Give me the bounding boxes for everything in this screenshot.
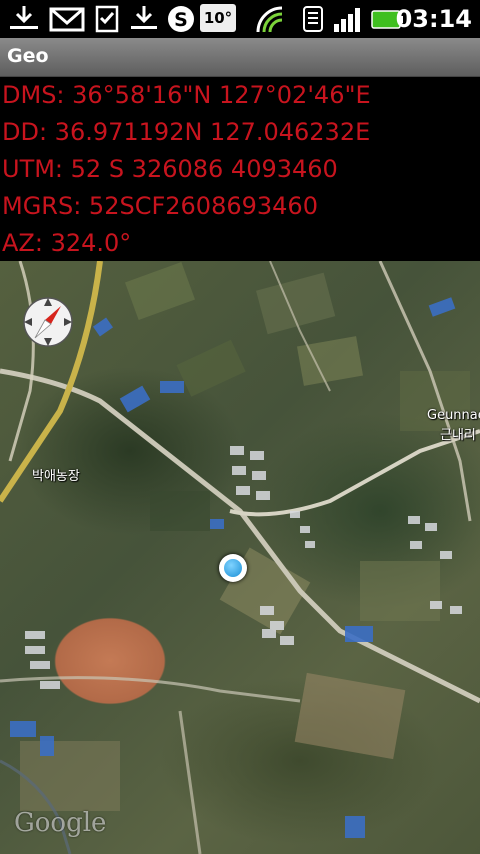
clipboard-check-icon	[95, 5, 119, 33]
mgrs-readout: MGRS: 52SCF2608693460	[2, 192, 318, 220]
svg-text:S: S	[174, 9, 188, 31]
map-label-geunnae-en: Geunnae-	[427, 408, 480, 423]
clock: 03:14	[395, 5, 472, 33]
app-title: Geo	[7, 45, 49, 67]
dd-readout: DD: 36.971192N 127.046232E	[2, 118, 371, 146]
signal-arrows-icon	[256, 6, 283, 33]
app-title-bar: Geo	[0, 38, 480, 77]
map-label-bakae-farm: 박애농장	[32, 469, 80, 484]
weather-icon: 10°	[200, 4, 236, 32]
azimuth-readout: AZ: 324.0°	[2, 229, 132, 257]
download-icon	[10, 6, 38, 29]
utm-readout: UTM: 52 S 326086 4093460	[2, 155, 338, 183]
temperature-label: 10°	[203, 9, 233, 27]
download-icon	[131, 6, 157, 29]
compass-icon[interactable]	[22, 296, 74, 348]
dms-readout: DMS: 36°58'16"N 127°02'46"E	[2, 81, 371, 109]
skype-icon: S	[168, 6, 194, 32]
wifi-icon	[303, 6, 323, 32]
gmail-icon	[49, 7, 85, 32]
status-bar: S 10° 03:14	[0, 0, 480, 38]
map-label-geunnae-ko: 근내리	[440, 428, 476, 443]
google-attribution: Google	[14, 808, 107, 838]
coordinate-panel: DMS: 36°58'16"N 127°02'46"E DD: 36.97119…	[0, 77, 480, 261]
my-location-icon	[219, 554, 247, 582]
cell-signal-icon	[334, 8, 360, 32]
